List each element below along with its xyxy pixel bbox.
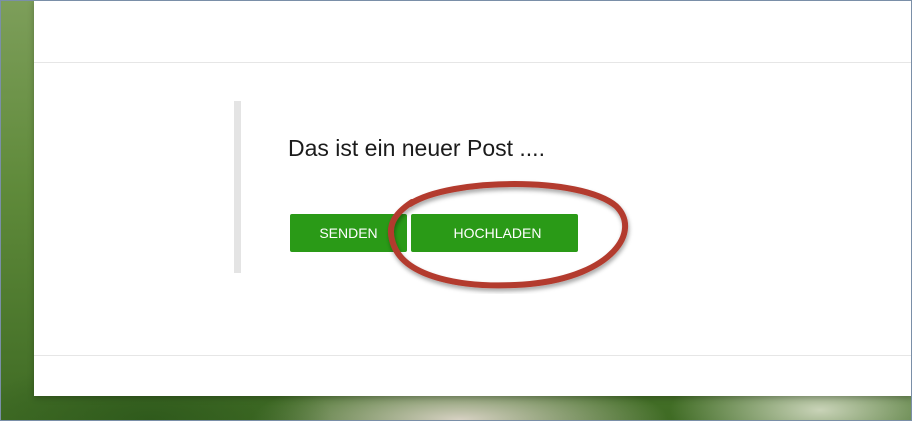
post-composer: Das ist ein neuer Post .... SENDEN HOCHL…: [234, 101, 841, 273]
send-button[interactable]: SENDEN: [290, 214, 407, 252]
post-text[interactable]: Das ist ein neuer Post ....: [288, 135, 545, 162]
upload-button[interactable]: HOCHLADEN: [411, 214, 578, 252]
card-footer-divider: [34, 355, 912, 356]
post-card: Das ist ein neuer Post .... SENDEN HOCHL…: [34, 0, 912, 396]
card-header: [34, 0, 912, 63]
